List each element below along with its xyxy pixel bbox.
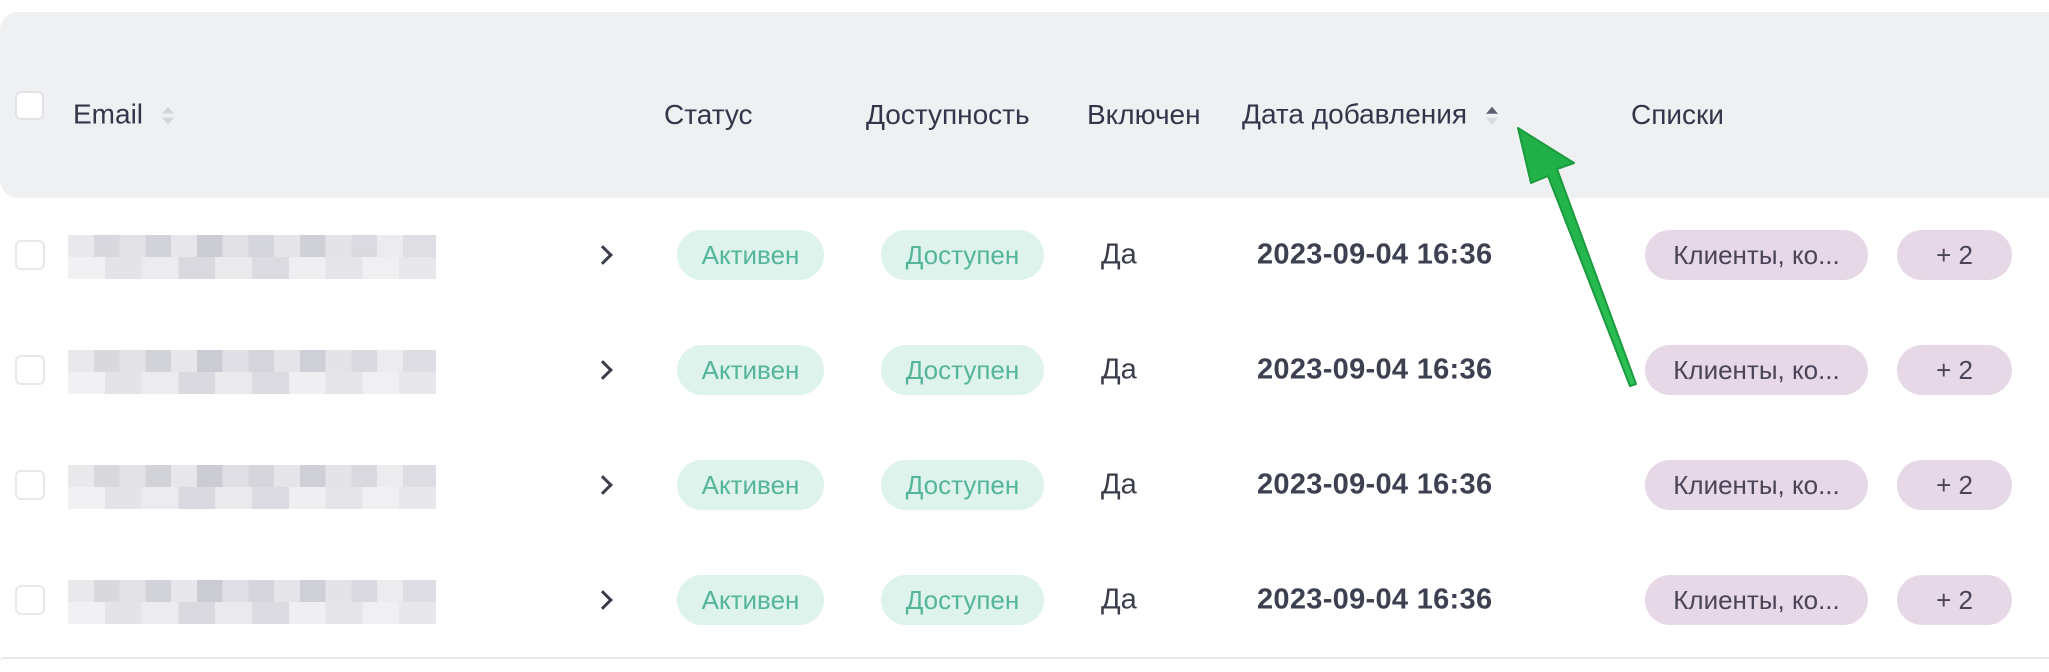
enabled-value: Да xyxy=(1101,468,1137,501)
column-header-date-added-label: Дата добавления xyxy=(1242,98,1468,130)
lists-more-badge[interactable]: + 2 xyxy=(1897,460,2012,510)
column-header-availability[interactable]: Доступность xyxy=(866,101,1030,129)
lists-badge[interactable]: Клиенты, ко... xyxy=(1645,345,1868,395)
date-added-value: 2023-09-04 16:36 xyxy=(1257,238,1493,271)
availability-badge: Доступен xyxy=(881,230,1044,280)
table-bottom-border xyxy=(0,657,2049,661)
lists-more-badge[interactable]: + 2 xyxy=(1897,230,2012,280)
email-redacted xyxy=(68,235,436,279)
column-header-date-added[interactable]: Дата добавления xyxy=(1242,98,1499,130)
row-checkbox[interactable] xyxy=(15,240,45,270)
enabled-value: Да xyxy=(1101,583,1137,616)
availability-badge: Доступен xyxy=(881,345,1044,395)
date-added-value: 2023-09-04 16:36 xyxy=(1257,468,1493,501)
table-row[interactable]: Активен Доступен Да 2023-09-04 16:36 Кли… xyxy=(0,198,2049,313)
email-redacted xyxy=(68,350,436,394)
table-header: Email Статус Доступность Включен Дата до… xyxy=(0,12,2049,198)
sort-icon[interactable] xyxy=(161,103,175,129)
column-header-email-label: Email xyxy=(73,98,144,130)
status-badge: Активен xyxy=(677,460,824,510)
email-redacted xyxy=(68,465,436,509)
row-checkbox[interactable] xyxy=(15,470,45,500)
column-header-lists[interactable]: Списки xyxy=(1631,101,1724,129)
lists-badge[interactable]: Клиенты, ко... xyxy=(1645,460,1868,510)
column-header-status[interactable]: Статус xyxy=(664,101,753,129)
column-header-enabled[interactable]: Включен xyxy=(1087,101,1201,129)
status-badge: Активен xyxy=(677,230,824,280)
email-redacted xyxy=(68,580,436,624)
lists-badge[interactable]: Клиенты, ко... xyxy=(1645,575,1868,625)
lists-badge[interactable]: Клиенты, ко... xyxy=(1645,230,1868,280)
chevron-right-icon[interactable] xyxy=(593,245,613,265)
lists-more-badge[interactable]: + 2 xyxy=(1897,345,2012,395)
status-badge: Активен xyxy=(677,575,824,625)
select-all-checkbox[interactable] xyxy=(15,91,44,120)
chevron-right-icon[interactable] xyxy=(593,475,613,495)
table-row[interactable]: Активен Доступен Да 2023-09-04 16:36 Кли… xyxy=(0,428,2049,543)
row-checkbox[interactable] xyxy=(15,355,45,385)
status-badge: Активен xyxy=(677,345,824,395)
availability-badge: Доступен xyxy=(881,460,1044,510)
row-checkbox[interactable] xyxy=(15,585,45,615)
enabled-value: Да xyxy=(1101,353,1137,386)
chevron-right-icon[interactable] xyxy=(593,590,613,610)
chevron-right-icon[interactable] xyxy=(593,360,613,380)
table-row[interactable]: Активен Доступен Да 2023-09-04 16:36 Кли… xyxy=(0,313,2049,428)
subscribers-table: Email Статус Доступность Включен Дата до… xyxy=(0,0,2049,672)
enabled-value: Да xyxy=(1101,238,1137,271)
date-added-value: 2023-09-04 16:36 xyxy=(1257,583,1493,616)
sort-ascending-icon[interactable] xyxy=(1485,103,1499,129)
lists-more-badge[interactable]: + 2 xyxy=(1897,575,2012,625)
column-header-email[interactable]: Email xyxy=(73,98,175,130)
table-row[interactable]: Активен Доступен Да 2023-09-04 16:36 Кли… xyxy=(0,543,2049,658)
date-added-value: 2023-09-04 16:36 xyxy=(1257,353,1493,386)
availability-badge: Доступен xyxy=(881,575,1044,625)
